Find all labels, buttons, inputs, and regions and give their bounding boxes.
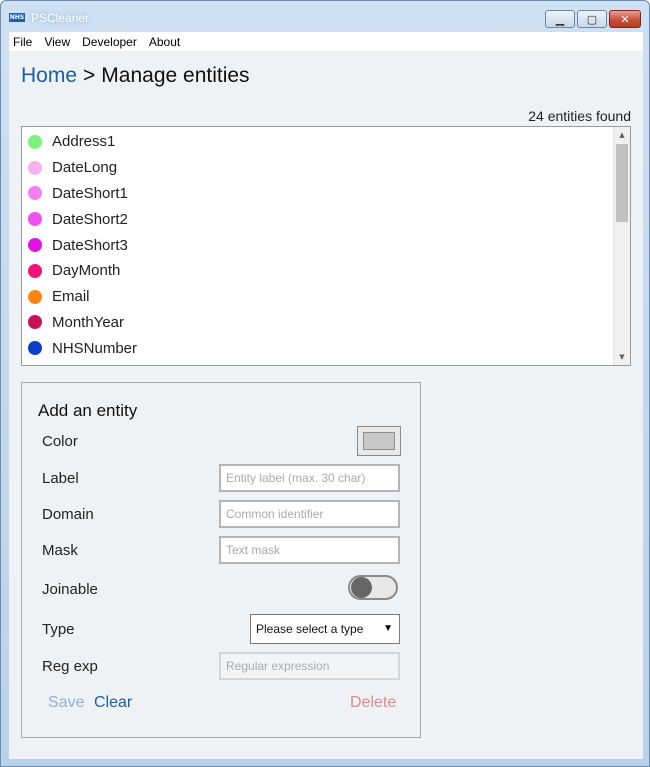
label-field-label: Label bbox=[42, 470, 79, 487]
entity-color-dot-icon bbox=[28, 160, 42, 175]
page-title: Manage entities bbox=[101, 64, 250, 87]
entity-list-item[interactable]: DateShort1 bbox=[22, 181, 137, 207]
maximize-button[interactable]: ▢ bbox=[577, 10, 607, 28]
title-bar[interactable]: NHS PSCleaner ▁ ▢ ✕ bbox=[1, 1, 649, 33]
entity-color-dot-icon bbox=[28, 186, 42, 201]
entity-color-dot-icon bbox=[28, 341, 42, 356]
menu-view[interactable]: View bbox=[39, 35, 75, 49]
joinable-toggle[interactable] bbox=[348, 575, 398, 600]
entity-list-item[interactable]: MonthYear bbox=[22, 310, 137, 336]
add-entity-form: Add an entity Color Label Domain Mask Jo… bbox=[21, 382, 421, 738]
entity-label-input[interactable] bbox=[219, 464, 400, 492]
domain-label: Domain bbox=[42, 506, 94, 523]
entities-count: 24 entities found bbox=[528, 108, 631, 124]
entity-label: MonthYear bbox=[52, 313, 124, 331]
entity-color-dot-icon bbox=[28, 134, 42, 149]
scroll-down-arrow-icon[interactable]: ▼ bbox=[614, 349, 630, 365]
entity-list-item[interactable]: Email bbox=[22, 284, 137, 310]
entity-color-dot-icon bbox=[28, 238, 42, 253]
window-title: PSCleaner bbox=[31, 11, 90, 25]
app-window: NHS PSCleaner ▁ ▢ ✕ File View Developer … bbox=[0, 0, 650, 767]
entity-label: DateShort1 bbox=[52, 184, 128, 202]
entity-list-item[interactable]: DayMonth bbox=[22, 258, 137, 284]
entity-label: DateShort3 bbox=[52, 236, 128, 254]
entity-list[interactable]: Address1 DateLong DateShort1 DateShort2 Date… bbox=[21, 126, 631, 366]
joinable-label: Joinable bbox=[42, 581, 98, 598]
mask-label: Mask bbox=[42, 542, 78, 559]
entity-color-dot-icon bbox=[28, 289, 42, 304]
entity-list-items: Address1 DateLong DateShort1 DateShort2 Date… bbox=[22, 129, 137, 361]
entity-label: DateShort2 bbox=[52, 210, 128, 228]
menu-developer[interactable]: Developer bbox=[77, 35, 142, 49]
color-swatch bbox=[363, 432, 395, 450]
breadcrumb-home-link[interactable]: Home bbox=[21, 64, 77, 87]
color-label: Color bbox=[42, 433, 78, 450]
domain-input[interactable] bbox=[219, 500, 400, 528]
entity-list-item[interactable]: Address1 bbox=[22, 129, 137, 155]
menu-bar: File View Developer About bbox=[9, 32, 643, 51]
close-icon: ✕ bbox=[620, 12, 630, 26]
mask-input[interactable] bbox=[219, 536, 400, 564]
entity-list-item[interactable]: DateLong bbox=[22, 155, 137, 181]
delete-button[interactable]: Delete bbox=[350, 694, 396, 712]
regexp-input[interactable] bbox=[219, 652, 400, 680]
entity-label: DateLong bbox=[52, 159, 118, 177]
color-picker-button[interactable] bbox=[357, 426, 401, 456]
entity-label: Address1 bbox=[52, 133, 116, 151]
entity-label: DayMonth bbox=[52, 262, 121, 280]
entity-color-dot-icon bbox=[28, 263, 42, 278]
scroll-up-arrow-icon[interactable]: ▲ bbox=[614, 127, 630, 143]
main-content: Home > Manage entities 24 entities found A… bbox=[9, 51, 643, 759]
entity-color-dot-icon bbox=[28, 212, 42, 227]
type-select-value: Please select a type bbox=[256, 622, 364, 636]
entity-list-item[interactable]: NHSNumber bbox=[22, 335, 137, 361]
maximize-icon: ▢ bbox=[586, 12, 598, 26]
save-button[interactable]: Save bbox=[48, 694, 84, 712]
type-select[interactable]: Please select a type ▼ bbox=[250, 614, 400, 644]
entity-list-item[interactable]: DateShort2 bbox=[22, 206, 137, 232]
scrollbar-thumb[interactable] bbox=[616, 144, 628, 222]
entity-label: Email bbox=[52, 288, 90, 306]
dropdown-arrow-icon: ▼ bbox=[383, 623, 393, 634]
toggle-knob bbox=[351, 577, 372, 598]
entity-color-dot-icon bbox=[28, 315, 42, 330]
type-label: Type bbox=[42, 621, 75, 638]
entity-label: NHSNumber bbox=[52, 339, 138, 357]
entity-list-item[interactable]: DateShort3 bbox=[22, 232, 137, 258]
minimize-button[interactable]: ▁ bbox=[545, 10, 575, 28]
list-scrollbar[interactable]: ▲ ▼ bbox=[613, 127, 630, 365]
menu-about[interactable]: About bbox=[144, 35, 185, 49]
regexp-label: Reg exp bbox=[42, 658, 98, 675]
clear-button[interactable]: Clear bbox=[94, 694, 132, 712]
close-button[interactable]: ✕ bbox=[609, 10, 641, 28]
breadcrumb: Home > Manage entities bbox=[21, 64, 250, 88]
form-title: Add an entity bbox=[38, 401, 138, 420]
minimize-icon: ▁ bbox=[555, 12, 565, 26]
breadcrumb-separator: > bbox=[83, 64, 96, 87]
nhs-logo-icon: NHS bbox=[9, 13, 25, 22]
menu-file[interactable]: File bbox=[9, 35, 37, 49]
